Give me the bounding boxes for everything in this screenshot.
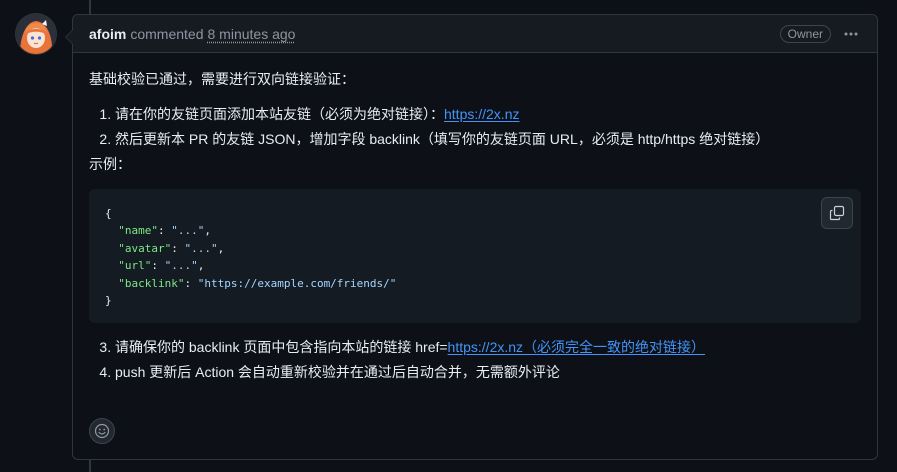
comment-intro: 基础校验已通过，需要进行双向链接验证： [89,71,355,87]
list-item-text: 然后更新本 PR 的友链 JSON，增加字段 backlink（填写你的友链页面… [115,131,770,147]
code-line: "avatar": "...", [118,241,225,255]
comment-box: afoim commented 8 minutes ago Owner 基础校验… [65,14,878,460]
comment-header: afoim commented 8 minutes ago Owner [73,15,877,53]
kebab-horizontal-icon[interactable] [841,24,861,44]
copy-button[interactable] [821,197,853,229]
code-line-close: } [105,294,112,308]
list-item: 请在你的友链页面添加本站友链（必须为绝对链接）：https://2x.nz [115,104,861,125]
site-link[interactable]: https://2x.nz [444,106,519,122]
code-line: "name": "...", [118,224,211,238]
copy-icon [829,205,845,221]
list-item: 请确保你的 backlink 页面中包含指向本站的链接 href=https:/… [115,337,861,358]
code-line-open: { [105,207,112,220]
list-item: push 更新后 Action 会自动重新校验并在通过后自动合并，无需额外评论 [115,362,861,383]
code-line: "backlink": "https://example.com/friends… [118,276,397,290]
site-link[interactable]: https://2x.nz（必须完全一致的绝对链接） [448,339,705,355]
smiley-icon [94,423,110,439]
add-reaction-button[interactable] [89,418,115,444]
steps-list-2: 请确保你的 backlink 页面中包含指向本站的链接 href=https:/… [89,337,861,383]
list-item-text: 请确保你的 backlink 页面中包含指向本站的链接 href= [115,339,448,355]
owner-badge: Owner [779,24,831,43]
list-item-text: push 更新后 Action 会自动重新校验并在通过后自动合并，无需额外评论 [115,364,560,380]
code-line: "url": "...", [118,259,205,273]
comment-body: 基础校验已通过，需要进行双向链接验证： 请在你的友链页面添加本站友链（必须为绝对… [73,53,877,383]
comment-author[interactable]: afoim [89,26,126,42]
example-label: 示例： [89,156,131,172]
avatar-image [16,14,56,54]
code-block: { "name": "...", "avatar": "...", "url":… [89,189,861,323]
list-item-text: 请在你的友链页面添加本站友链（必须为绝对链接）： [115,106,444,122]
comment-timestamp[interactable]: 8 minutes ago [208,26,296,42]
list-item: 然后更新本 PR 的友链 JSON，增加字段 backlink（填写你的友链页面… [115,129,861,150]
comment-action: commented [130,25,204,42]
steps-list-1: 请在你的友链页面添加本站友链（必须为绝对链接）：https://2x.nz 然后… [89,104,861,150]
avatar[interactable] [16,14,56,54]
